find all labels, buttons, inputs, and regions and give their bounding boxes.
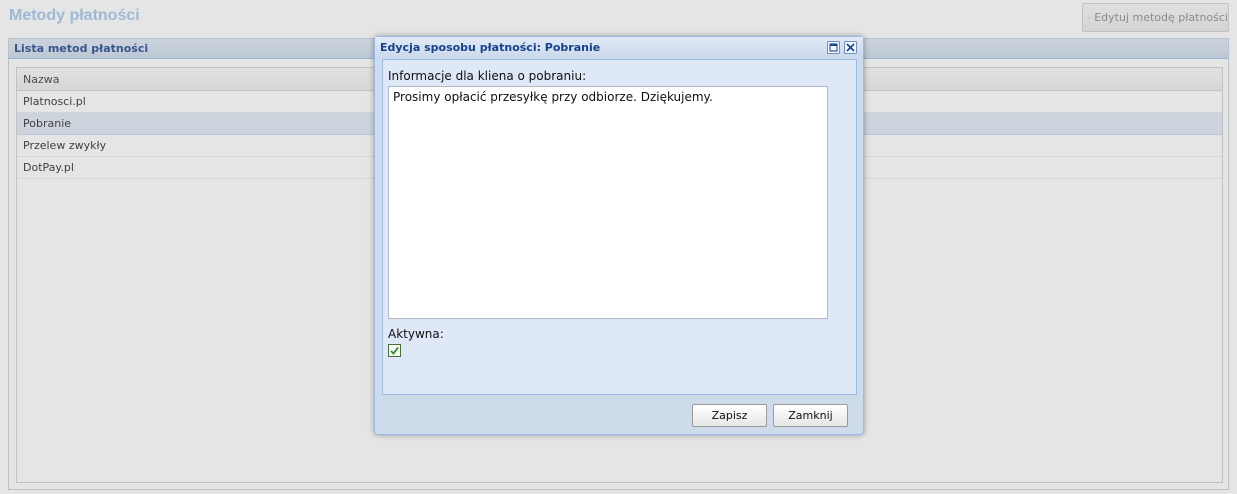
dialog-header[interactable]: Edycja sposobu płatności: Pobranie	[375, 37, 863, 58]
checkmark-icon	[390, 346, 399, 355]
close-icon[interactable]	[844, 41, 857, 54]
dialog-form: Informacje dla kliena o pobraniu: Prosim…	[382, 59, 857, 395]
active-label: Aktywna:	[388, 327, 444, 341]
dialog-title: Edycja sposobu płatności: Pobranie	[380, 41, 601, 54]
maximize-icon[interactable]	[827, 41, 840, 54]
info-label: Informacje dla kliena o pobraniu:	[388, 69, 587, 83]
close-button[interactable]: Zamknij	[773, 404, 848, 427]
edit-payment-dialog: Edycja sposobu płatności: Pobranie Infor…	[374, 36, 864, 435]
save-button[interactable]: Zapisz	[692, 404, 767, 427]
info-textarea[interactable]: Prosimy opłacić przesyłkę przy odbiorze.…	[388, 86, 828, 319]
active-checkbox[interactable]	[388, 344, 401, 357]
